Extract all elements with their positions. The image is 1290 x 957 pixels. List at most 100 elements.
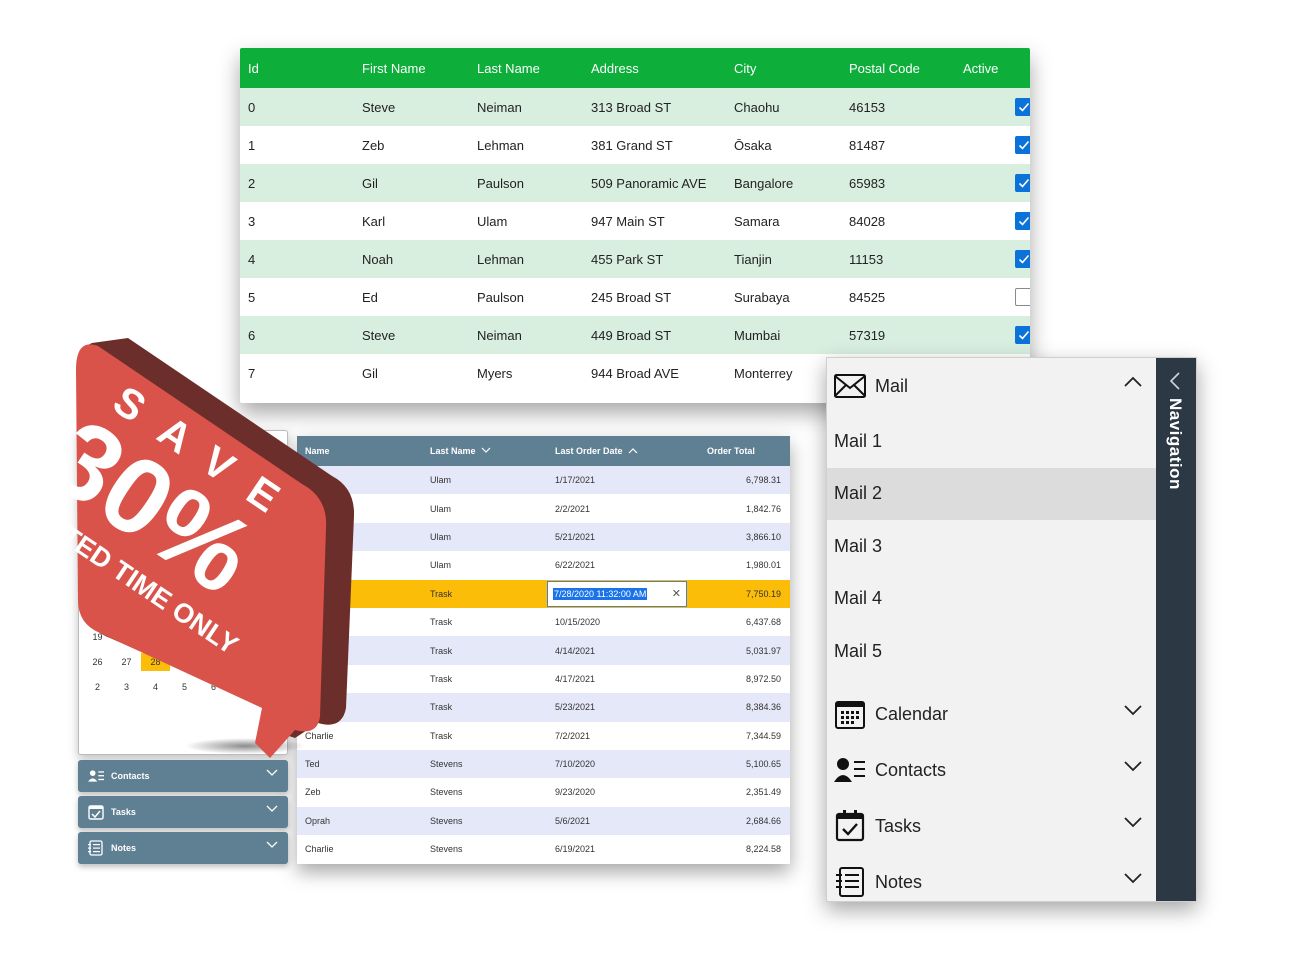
table-row[interactable]: 0 Steve Neiman 313 Broad ST Chaohu 46153	[240, 88, 1030, 126]
table-row[interactable]: Ulam 6/22/2021 1,980.01	[297, 551, 790, 580]
active-checkbox[interactable]	[1015, 288, 1030, 306]
cell-active	[955, 288, 1030, 306]
drawer-item-mail-5[interactable]: Mail 5	[827, 625, 1157, 677]
orders-grid: Name Last Name Last Order Date Order Tot…	[297, 436, 790, 864]
cell-order-total: 5,100.65	[745, 759, 781, 770]
chevron-down-icon	[266, 769, 278, 776]
cell-last-order-date: 6/22/2021	[555, 560, 596, 571]
cell-last-order-date: 1/17/2021	[555, 475, 596, 486]
cell-active	[955, 250, 1030, 268]
cell-last-order-date: 4/14/2021	[555, 645, 596, 656]
cell-last-name: Neiman	[477, 99, 522, 115]
employee-grid-header: Id First Name Last Name Address City Pos…	[240, 48, 1030, 88]
column-header-city[interactable]: City	[726, 61, 841, 76]
cell-city: Surabaya	[734, 289, 790, 305]
column-header-last-order-date[interactable]: Last Order Date	[547, 446, 687, 456]
column-header-id[interactable]: Id	[240, 61, 354, 76]
clear-icon[interactable]: ✕	[672, 587, 681, 600]
column-header-first-name[interactable]: First Name	[354, 61, 469, 76]
cell-address: 947 Main ST	[591, 213, 665, 229]
active-checkbox[interactable]	[1015, 98, 1030, 116]
drawer-item-mail-1[interactable]: Mail 1	[827, 415, 1157, 467]
table-row[interactable]: Charlie Stevens 6/19/2021 8,224.58	[297, 835, 790, 864]
navigation-rail[interactable]: Navigation	[1156, 358, 1196, 901]
cell-last-order-date: 6/19/2021	[555, 844, 596, 855]
active-checkbox[interactable]	[1015, 326, 1030, 344]
cell-last-name: Ulam	[477, 213, 508, 229]
table-row[interactable]: 2 Gil Paulson 509 Panoramic AVE Bangalore 659…	[240, 164, 1030, 202]
nav-notes-bar[interactable]: Notes	[78, 832, 288, 864]
cell-postal-code: 57319	[849, 327, 886, 343]
promo-badge: SAVE 30% LIMITED TIME ONLY	[11, 338, 360, 758]
calendar-icon	[833, 697, 867, 731]
date-edit-input[interactable]: 7/28/2020 11:32:00 AM ✕	[547, 580, 687, 607]
drawer-section-tasks[interactable]: Tasks	[827, 800, 1157, 852]
drawer-item-mail-2[interactable]: Mail 2	[827, 467, 1157, 520]
cell-last-order-date: 9/23/2020	[555, 787, 596, 798]
drawer-section-mail[interactable]: Mail	[827, 360, 1157, 412]
cell-order-total: 8,972.50	[745, 673, 781, 684]
active-checkbox[interactable]	[1015, 174, 1030, 192]
cell-postal-code: 46153	[849, 99, 886, 115]
nav-contacts-bar[interactable]: Contacts	[78, 760, 288, 792]
cell-last-name: Trask	[430, 617, 453, 628]
table-row[interactable]: Charlie Trask 7/2/2021 7,344.59	[297, 721, 790, 750]
active-checkbox[interactable]	[1015, 250, 1030, 268]
table-row[interactable]: Ulam 2/2/2021 1,842.76	[297, 494, 790, 523]
cell-last-order-date: 10/15/2020	[555, 617, 601, 628]
table-row-selected[interactable]: Trask 7/28/2020 11:32:00 AM ✕ 7,750.19	[297, 579, 790, 608]
table-row[interactable]: 4 Noah Lehman 455 Park ST Tianjin 11153	[240, 240, 1030, 278]
active-checkbox[interactable]	[1015, 136, 1030, 154]
cell-last-name: Trask	[430, 730, 453, 741]
table-row[interactable]: Trask 4/14/2021 5,031.97	[297, 636, 790, 665]
cell-postal-code: 11153	[849, 251, 884, 267]
chevron-down-icon	[266, 805, 278, 812]
table-row[interactable]: Oprah Stevens 5/6/2021 2,684.66	[297, 806, 790, 836]
drawer-section-calendar[interactable]: Calendar	[827, 688, 1157, 740]
cell-id: 1	[248, 137, 256, 153]
contacts-icon	[88, 768, 104, 784]
cell-order-total: 8,384.36	[745, 702, 781, 713]
column-header-last-name[interactable]: Last Name	[422, 446, 547, 456]
cell-id: 5	[248, 289, 256, 305]
orders-grid-body: Ulam 1/17/2021 6,798.31 Ulam 2/2/2021 1,842.7…	[297, 466, 790, 864]
column-header-postal-code[interactable]: Postal Code	[841, 61, 955, 76]
cell-first-name: Steve	[362, 99, 396, 115]
drawer-item-mail-4[interactable]: Mail 4	[827, 573, 1157, 625]
cell-active	[955, 212, 1030, 230]
table-row[interactable]: Zeb Stevens 9/23/2020 2,351.49	[297, 778, 790, 807]
table-row[interactable]: 3 Karl Ulam 947 Main ST Samara 84028	[240, 202, 1030, 240]
cell-address: 245 Broad ST	[591, 289, 672, 305]
table-row[interactable]: 5 Ed Paulson 245 Broad ST Surabaya 84525	[240, 278, 1030, 316]
cell-last-name: Lehman	[477, 137, 524, 153]
drawer-contacts-label: Contacts	[875, 759, 947, 780]
column-header-active[interactable]: Active	[955, 61, 1030, 76]
column-header-address[interactable]: Address	[583, 61, 726, 76]
table-row[interactable]: Ulam 5/21/2021 3,866.10	[297, 522, 790, 552]
chevron-left-icon[interactable]	[1169, 372, 1181, 390]
cell-order-total: 1,842.76	[745, 503, 781, 514]
drawer-section-contacts[interactable]: Contacts	[827, 744, 1157, 796]
cell-first-name: Noah	[362, 251, 394, 267]
table-row[interactable]: Ted Stevens 7/10/2020 5,100.65	[297, 749, 790, 779]
nav-tasks-bar[interactable]: Tasks	[78, 796, 288, 828]
table-row[interactable]: Trask 10/15/2020 6,437.68	[297, 607, 790, 637]
column-header-order-total[interactable]: Order Total	[687, 446, 790, 456]
table-row[interactable]: Ulam 1/17/2021 6,798.31	[297, 466, 790, 495]
cell-city: Monterrey	[734, 365, 793, 381]
column-header-last-name-label: Last Name	[430, 446, 476, 456]
cell-id: 4	[248, 251, 256, 267]
drawer-section-notes[interactable]: Notes	[827, 856, 1157, 908]
column-header-last-name[interactable]: Last Name	[469, 61, 583, 76]
table-row[interactable]: Trask 5/23/2021 8,384.36	[297, 693, 790, 722]
table-row[interactable]: Trask 4/17/2021 8,972.50	[297, 664, 790, 694]
table-row[interactable]: 1 Zeb Lehman 381 Grand ST Ōsaka 81487	[240, 126, 1030, 164]
cell-last-name: Stevens	[430, 759, 463, 770]
cell-last-name: Ulam	[430, 531, 452, 542]
active-checkbox[interactable]	[1015, 212, 1030, 230]
tasks-icon	[88, 804, 104, 820]
cell-last-order-date: 2/2/2021	[555, 503, 591, 514]
drawer-item-mail-3[interactable]: Mail 3	[827, 520, 1157, 572]
cell-postal-code: 65983	[849, 175, 886, 191]
cell-id: 3	[248, 213, 256, 229]
